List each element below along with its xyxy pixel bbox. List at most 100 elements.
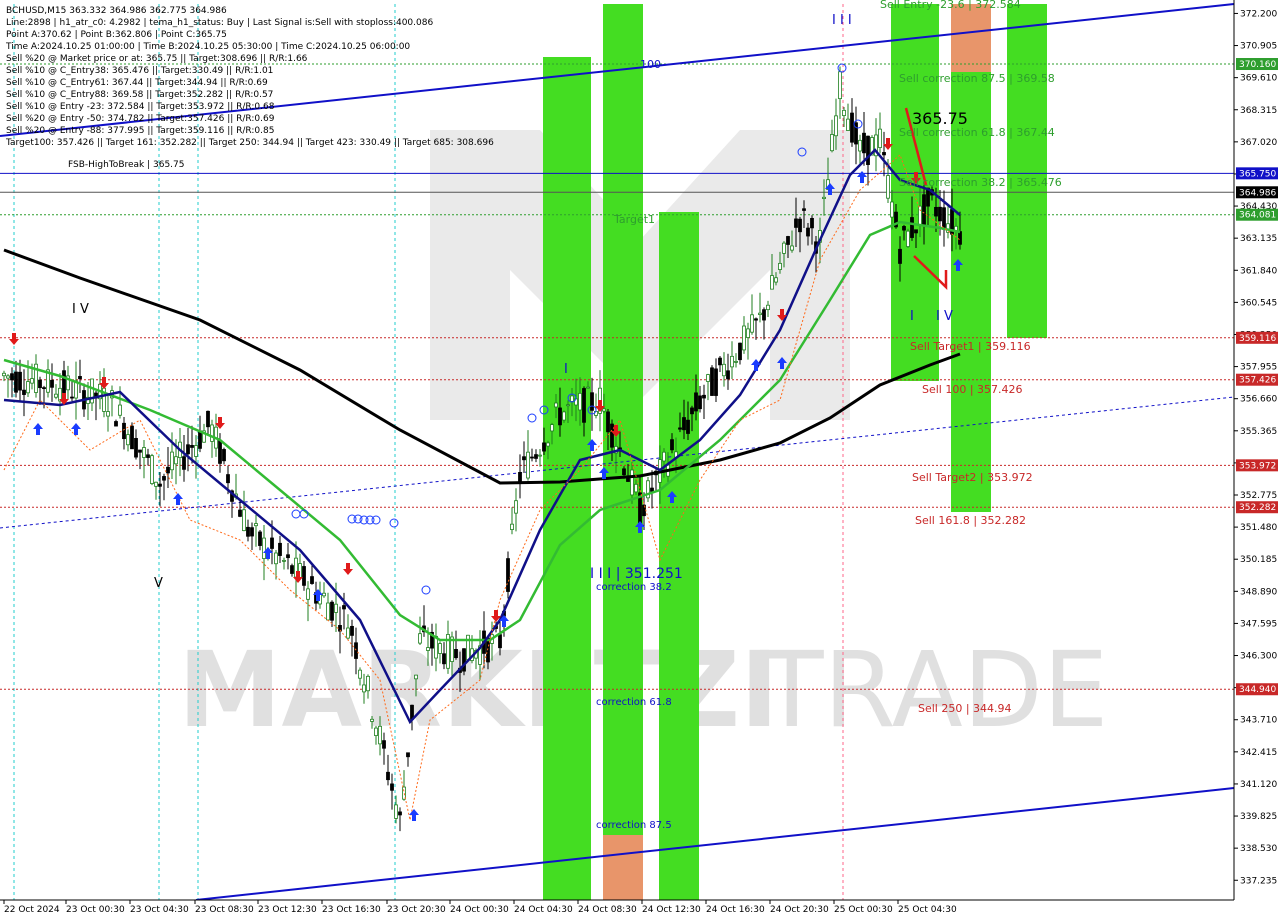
candle-body: [274, 552, 278, 565]
candle-body: [366, 675, 370, 692]
candle-body: [498, 634, 502, 649]
signal-circle-icon: [389, 518, 399, 528]
level-label: Sell Target2 | 353.972: [912, 471, 1033, 484]
candle-body: [254, 523, 258, 527]
candle-body: [838, 71, 842, 100]
candle-body: [226, 474, 230, 484]
price-tick-label: 357.955: [1240, 363, 1277, 373]
candle-body: [238, 509, 242, 517]
time-tick-label: 23 Oct 08:30: [195, 905, 254, 915]
candle-body: [218, 440, 222, 464]
candle-body: [566, 404, 570, 407]
trading-chart[interactable]: MARKETZI TRADE FSB-HighToBreak | 365.75 S…: [0, 0, 1280, 920]
candle-body: [122, 422, 126, 440]
candle-body: [390, 783, 394, 791]
info-panel: BCHUSD,M15 363.332 364.986 362.775 364.9…: [5, 6, 494, 148]
candle-body: [378, 725, 382, 745]
candle-body: [454, 649, 458, 659]
candle-body: [562, 411, 566, 421]
candle-body: [778, 262, 782, 270]
buy-arrow-icon: [857, 171, 867, 183]
candle-body: [6, 375, 10, 379]
candle-body: [922, 194, 926, 225]
candle-body: [942, 207, 946, 230]
candle-body: [630, 469, 634, 496]
candle-body: [582, 388, 586, 423]
candle-body: [550, 424, 554, 432]
price-tick-label: 346.300: [1240, 652, 1277, 662]
level-label: Sell 250 | 344.94: [918, 702, 1012, 715]
candle-body: [810, 217, 814, 229]
signal-circle-icon: [371, 515, 381, 525]
candle-body: [406, 752, 410, 758]
candle-body: [578, 392, 582, 411]
candle-body: [850, 112, 854, 143]
time-tick-label: 24 Oct 12:30: [642, 905, 701, 915]
candle-body: [442, 653, 446, 665]
candle-body: [462, 648, 466, 672]
price-tick-label: 337.235: [1240, 876, 1277, 886]
candle-body: [714, 368, 718, 396]
price-tick-label: 355.365: [1240, 427, 1277, 437]
price-tick-label: 352.775: [1240, 491, 1277, 501]
candle-body: [750, 314, 754, 333]
candle-body: [662, 451, 666, 462]
candle-body: [334, 603, 338, 613]
info-line: Sell %10 @ C_Entry88: 369.58 || Target:3…: [6, 90, 273, 100]
candle-body: [42, 387, 46, 390]
candle-body: [602, 408, 606, 412]
candle-body: [858, 139, 862, 152]
wave-annotation: I I I | 351.251: [590, 566, 683, 582]
candle-body: [770, 275, 774, 290]
candle-body: [206, 410, 210, 428]
candle-body: [786, 236, 790, 245]
candle-body: [170, 451, 174, 471]
price-axis[interactable]: 372.200 370.905 369.610 368.315 367.020 365.7…: [1233, 0, 1280, 900]
candle-body: [134, 438, 138, 458]
candle-body: [382, 740, 386, 749]
candle-body: [26, 381, 30, 394]
candle-body: [650, 487, 654, 492]
candle-body: [918, 205, 922, 226]
candle-body: [706, 374, 710, 382]
candle-body: [634, 483, 638, 493]
candle-body: [158, 483, 162, 487]
candle-body: [570, 395, 574, 402]
wave-annotation: 100: [640, 58, 661, 71]
candle-body: [418, 633, 422, 644]
candle-body: [746, 328, 750, 338]
candle-body: [694, 392, 698, 412]
wave-annotation: I I I: [832, 13, 852, 28]
candle-body: [290, 565, 294, 574]
fib-zone: [951, 4, 991, 72]
candle-body: [362, 684, 366, 693]
candle-body: [386, 771, 390, 781]
candle-body: [346, 627, 350, 639]
wave-annotation: I V: [72, 302, 89, 317]
candle-body: [522, 456, 526, 461]
price-tick-label: 350.185: [1240, 555, 1277, 565]
candle-body: [534, 454, 538, 459]
time-axis[interactable]: 22 Oct 2024 23 Oct 00:30 23 Oct 04:30 23 Oc…: [0, 899, 1280, 920]
candle-body: [370, 718, 374, 722]
candle-body: [762, 309, 766, 321]
candle-body: [730, 355, 734, 368]
time-tick-label: 23 Oct 12:30: [258, 905, 317, 915]
time-tick-label: 24 Oct 20:30: [770, 905, 829, 915]
chart-canvas[interactable]: MARKETZI TRADE FSB-HighToBreak | 365.75S…: [0, 0, 1280, 920]
candle-body: [938, 206, 942, 222]
candle-body: [830, 134, 834, 152]
signal-circle-icon: [527, 413, 537, 423]
candle-body: [374, 727, 378, 736]
candle-body: [18, 371, 22, 391]
candle-body: [62, 370, 66, 393]
candle-body: [622, 468, 626, 476]
price-tick-label: 351.480: [1240, 523, 1277, 533]
info-line: Sell %10 @ Entry -23: 372.584 || Target:…: [6, 102, 275, 112]
price-tick-label: 367.020: [1240, 138, 1277, 148]
candle-body: [670, 439, 674, 451]
candle-body: [438, 643, 442, 654]
candle-body: [78, 376, 82, 380]
time-tick-label: 25 Oct 00:30: [834, 905, 893, 915]
info-line: Sell %20 @ Market price or at: 365.75 ||…: [6, 54, 308, 64]
